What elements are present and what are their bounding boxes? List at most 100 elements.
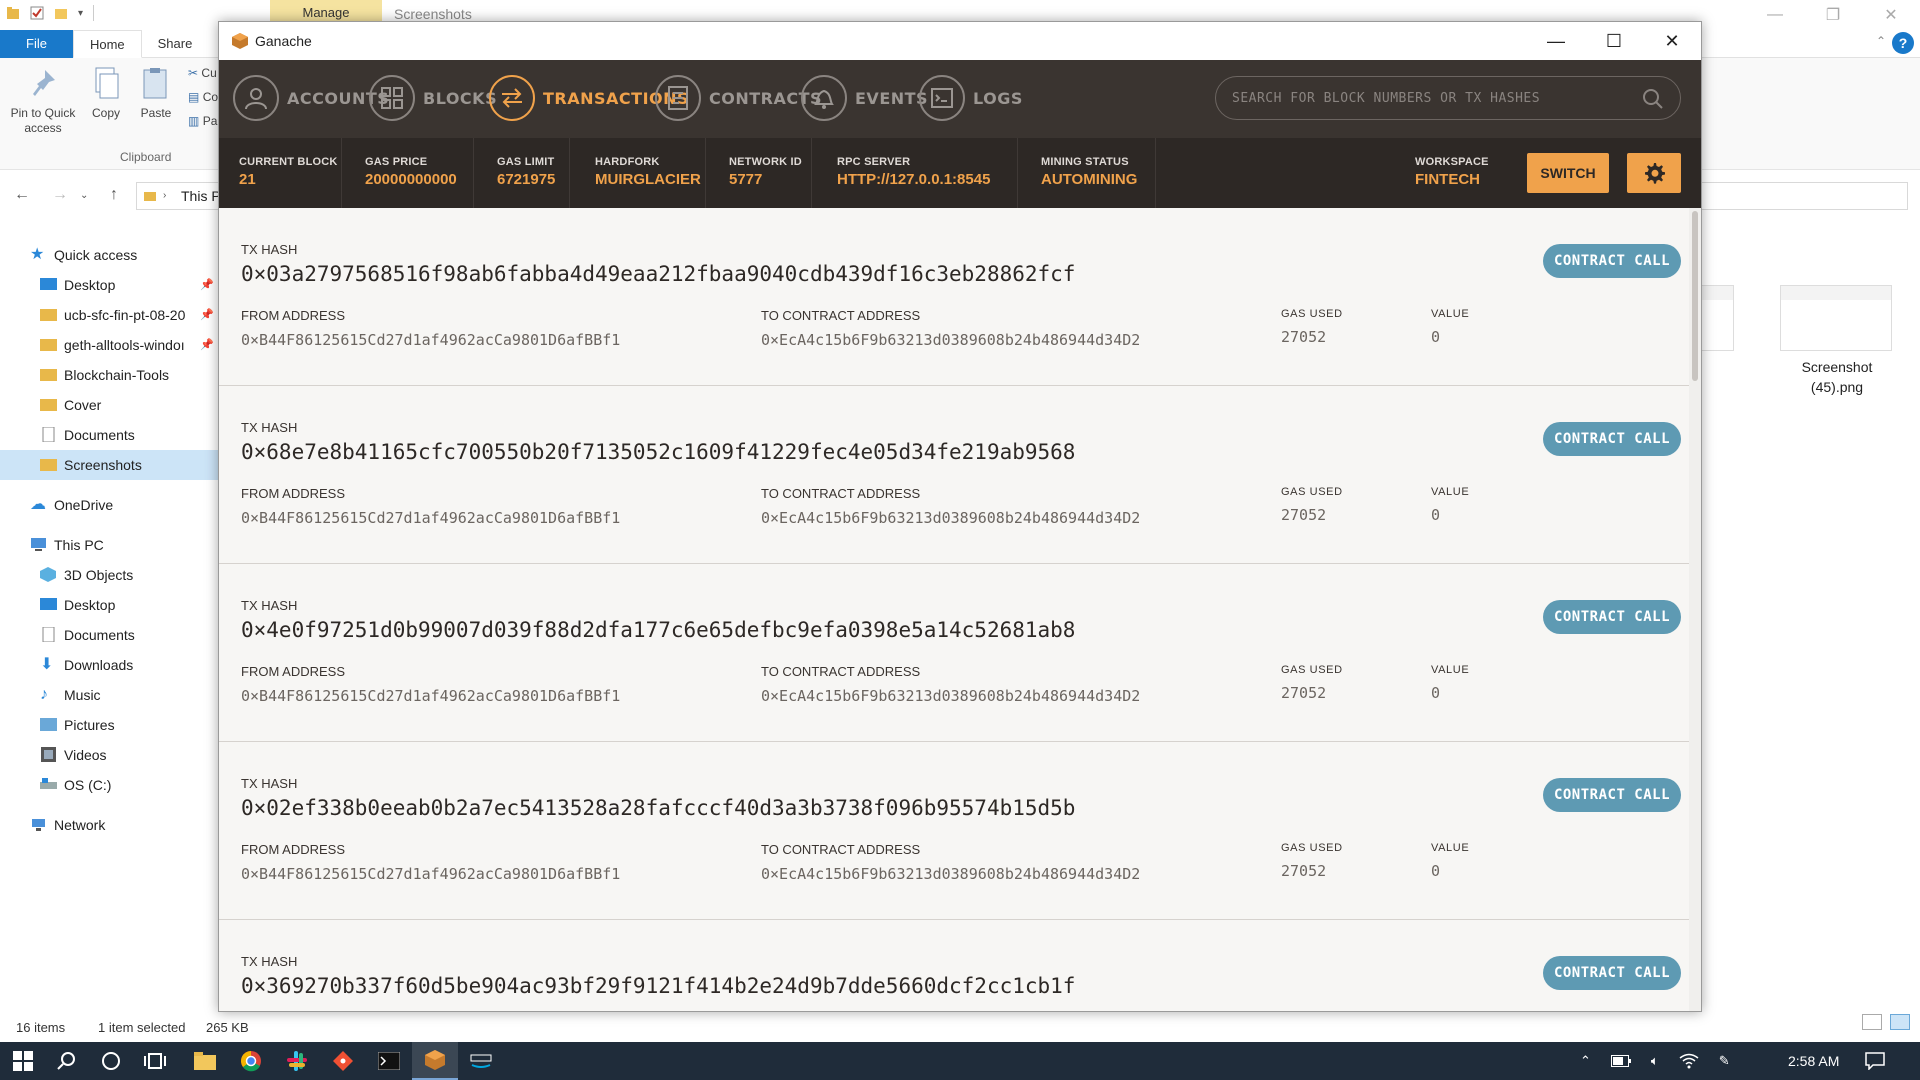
tab-events[interactable]: EVENTS — [801, 74, 928, 122]
action-center-button[interactable] — [1852, 1042, 1898, 1080]
forward-icon[interactable]: → — [52, 186, 68, 204]
pin-to-quick-access-button[interactable]: Pin to Quick access — [6, 66, 80, 136]
tab-home[interactable]: Home — [72, 30, 142, 58]
taskbar-terminal[interactable] — [366, 1042, 412, 1080]
paste-shortcut-button[interactable]: ▥ Pa — [188, 114, 217, 128]
tab-blocks[interactable]: BLOCKS — [369, 74, 497, 122]
tab-logs[interactable]: LOGS — [919, 74, 1023, 122]
taskbar-git[interactable] — [320, 1042, 366, 1080]
close-icon[interactable]: ✕ — [1862, 0, 1920, 30]
taskbar-ganache[interactable] — [412, 1042, 458, 1080]
search-field[interactable] — [1672, 182, 1908, 210]
paste-button[interactable]: Paste — [136, 66, 176, 121]
close-icon[interactable]: ✕ — [1643, 22, 1701, 60]
selection-size: 265 KB — [206, 1020, 249, 1035]
show-hidden-icons-icon[interactable]: ⌃ — [1580, 1053, 1591, 1069]
tab-file[interactable]: File — [0, 30, 73, 58]
task-view-button[interactable] — [132, 1042, 178, 1080]
nav-item-desktop[interactable]: Desktop 📌 — [0, 270, 222, 300]
navigation-pane: ★ Quick access Desktop 📌 ucb-sfc-fin-pt-0… — [0, 240, 222, 840]
new-folder-icon[interactable] — [54, 5, 68, 21]
tx-hash[interactable]: 0×369270b337f60d5be904ac93bf29f9121f414b… — [241, 974, 1075, 998]
copy-button[interactable]: Copy — [86, 66, 126, 121]
taskbar-file-explorer[interactable] — [182, 1042, 228, 1080]
nav-item-downloads[interactable]: ⬇ Downloads — [0, 650, 222, 680]
nav-item-documents[interactable]: Documents — [0, 420, 222, 450]
transaction-row[interactable]: TX HASH 0×02ef338b0eeab0b2a7ec5413528a28… — [219, 742, 1691, 920]
wifi-icon[interactable] — [1679, 1053, 1699, 1069]
restore-icon[interactable]: ❐ — [1804, 0, 1862, 30]
customize-qat-icon[interactable]: ▾ — [78, 8, 83, 19]
battery-icon[interactable] — [1610, 1055, 1631, 1067]
nav-item-music[interactable]: ♪ Music — [0, 680, 222, 710]
nav-quick-access[interactable]: ★ Quick access — [0, 240, 222, 270]
collapse-ribbon-icon[interactable]: ⌃ — [1876, 34, 1886, 48]
tx-hash[interactable]: 0×03a2797568516f98ab6fabba4d49eaa212fbaa… — [241, 262, 1075, 286]
to-contract-address[interactable]: 0×EcA4c15b6F9b63213d0389608b24b486944d34… — [761, 687, 1140, 705]
to-contract-address[interactable]: 0×EcA4c15b6F9b63213d0389608b24b486944d34… — [761, 331, 1140, 349]
search-button[interactable] — [44, 1042, 90, 1080]
tx-hash[interactable]: 0×4e0f97251d0b99007d039f88d2dfa177c6e65d… — [241, 618, 1075, 642]
maximize-icon[interactable]: ☐ — [1585, 22, 1643, 60]
taskbar-chrome[interactable] — [228, 1042, 274, 1080]
up-icon[interactable]: ↑ — [110, 186, 118, 204]
settings-button[interactable] — [1627, 153, 1681, 193]
nav-item-3d-objects[interactable]: 3D Objects — [0, 560, 222, 590]
tab-share[interactable]: Share — [142, 30, 209, 58]
back-icon[interactable]: ← — [14, 186, 30, 204]
address-field[interactable]: › This P — [136, 182, 226, 210]
start-button[interactable] — [0, 1042, 46, 1080]
from-address[interactable]: 0×B44F86125615Cd27d1af4962acCa9801D6afBB… — [241, 331, 620, 349]
minimize-icon[interactable]: — — [1527, 22, 1585, 60]
nav-item-folder[interactable]: Cover — [0, 390, 222, 420]
videos-icon — [41, 747, 56, 762]
nav-this-pc[interactable]: This PC — [0, 530, 222, 560]
taskbar-prime-video[interactable] — [458, 1042, 504, 1080]
volume-icon[interactable]: 🔈︎ — [1651, 1053, 1659, 1069]
taskbar-slack[interactable] — [274, 1042, 320, 1080]
transaction-list-scrollbar[interactable] — [1689, 208, 1701, 1011]
transaction-row[interactable]: TX HASH 0×03a2797568516f98ab6fabba4d49ea… — [219, 208, 1691, 386]
properties-icon[interactable] — [30, 5, 44, 21]
transaction-row[interactable]: TX HASH 0×4e0f97251d0b99007d039f88d2dfa1… — [219, 564, 1691, 742]
tx-hash[interactable]: 0×68e7e8b41165cfc700550b20f7135052c1609f… — [241, 440, 1075, 464]
details-view-icon[interactable] — [1862, 1014, 1882, 1030]
nav-item-documents[interactable]: Documents — [0, 620, 222, 650]
tab-accounts[interactable]: ACCOUNTS — [233, 74, 389, 122]
from-address[interactable]: 0×B44F86125615Cd27d1af4962acCa9801D6afBB… — [241, 865, 620, 883]
nav-item-screenshots[interactable]: Screenshots — [0, 450, 222, 480]
to-contract-address[interactable]: 0×EcA4c15b6F9b63213d0389608b24b486944d34… — [761, 865, 1140, 883]
nav-item-folder[interactable]: Blockchain-Tools — [0, 360, 222, 390]
cut-button[interactable]: ✂ Cu — [188, 66, 217, 80]
nav-item-videos[interactable]: Videos — [0, 740, 222, 770]
minimize-icon[interactable]: — — [1746, 0, 1804, 30]
nav-onedrive[interactable]: ☁ OneDrive — [0, 490, 222, 520]
transaction-row[interactable]: TX HASH 0×369270b337f60d5be904ac93bf29f9… — [219, 920, 1691, 1011]
nav-item-os-drive[interactable]: OS (C:) — [0, 770, 222, 800]
scrollbar-thumb[interactable] — [1692, 211, 1698, 381]
tab-contracts[interactable]: CONTRACTS — [655, 74, 822, 122]
search-icon[interactable] — [1642, 88, 1664, 110]
pen-icon[interactable]: ✎ — [1719, 1053, 1730, 1069]
from-address[interactable]: 0×B44F86125615Cd27d1af4962acCa9801D6afBB… — [241, 687, 620, 705]
file-thumbnail[interactable] — [1780, 285, 1892, 351]
folder-icon[interactable] — [6, 5, 20, 21]
file-label[interactable]: Screenshot (45).png — [1777, 357, 1897, 397]
large-icons-view-icon[interactable] — [1890, 1014, 1910, 1030]
cortana-button[interactable] — [88, 1042, 134, 1080]
nav-network[interactable]: Network — [0, 810, 222, 840]
tx-hash[interactable]: 0×02ef338b0eeab0b2a7ec5413528a28fafcccf4… — [241, 796, 1075, 820]
clock[interactable]: 2:58 AM — [1788, 1042, 1839, 1080]
search-input[interactable] — [1232, 77, 1632, 119]
nav-item-pictures[interactable]: Pictures — [0, 710, 222, 740]
nav-item-folder[interactable]: ucb-sfc-fin-pt-08-20 📌 — [0, 300, 222, 330]
help-icon[interactable]: ? — [1892, 32, 1914, 54]
transaction-row[interactable]: TX HASH 0×68e7e8b41165cfc700550b20f71350… — [219, 386, 1691, 564]
copy-path-button[interactable]: ▤ Co — [188, 90, 218, 104]
recent-locations-icon[interactable]: ⌄ — [80, 190, 88, 201]
to-contract-address[interactable]: 0×EcA4c15b6F9b63213d0389608b24b486944d34… — [761, 509, 1140, 527]
from-address[interactable]: 0×B44F86125615Cd27d1af4962acCa9801D6afBB… — [241, 509, 620, 527]
nav-item-desktop[interactable]: Desktop — [0, 590, 222, 620]
switch-workspace-button[interactable]: SWITCH — [1527, 153, 1609, 193]
nav-item-folder[interactable]: geth-alltools-windoı 📌 — [0, 330, 222, 360]
